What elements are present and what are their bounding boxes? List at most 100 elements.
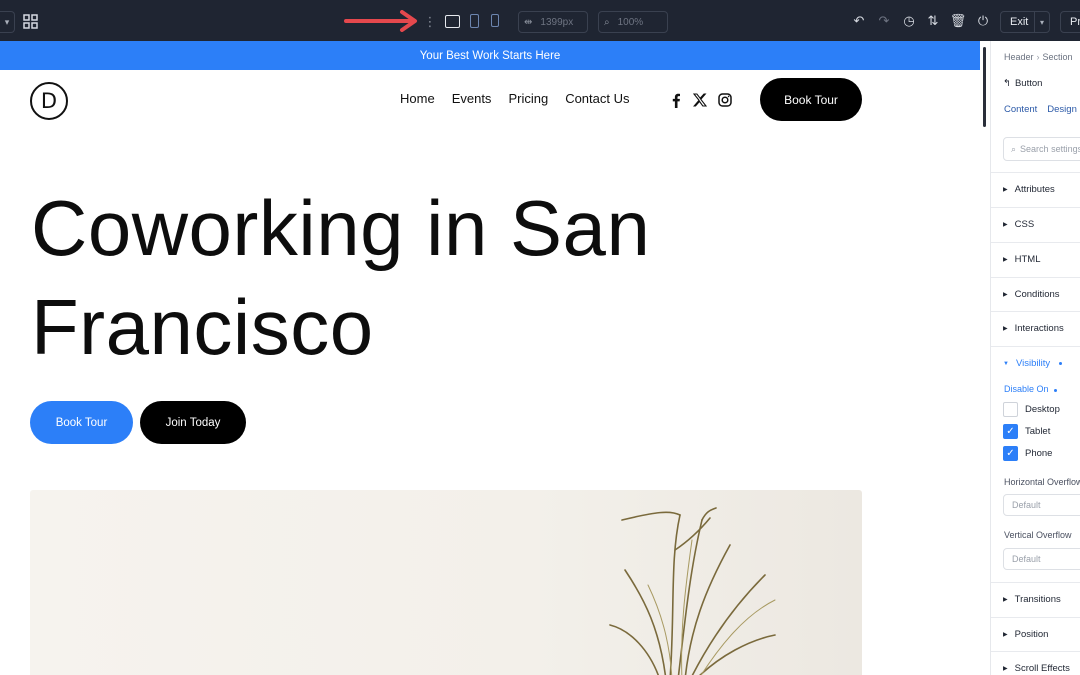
section-label: Position [1014,629,1049,640]
breadcrumb-section[interactable]: Section [1043,52,1073,62]
more-options-icon[interactable]: ⋮ [424,13,437,29]
tablet-checkbox[interactable]: ✓ [1003,424,1018,439]
hero-join-today-button[interactable]: Join Today [140,401,246,444]
tablet-view-icon[interactable] [470,14,479,28]
settings-search-input[interactable]: ⌕ Search settings [1003,137,1080,161]
zoom-field[interactable]: ⌕ 100% [598,11,668,33]
section-label: Scroll Effects [1014,663,1070,674]
undo-icon[interactable]: ↶ [851,13,867,29]
element-title: ↰ Button [1003,78,1042,89]
preview-label: Pr [1070,16,1080,28]
desktop-checkbox[interactable] [1003,402,1018,417]
element-name: Button [1014,78,1043,89]
hero-title-line-1: Coworking in San [31,184,651,272]
width-icon: ⇹ [524,16,533,28]
hero-join-today-label: Join Today [165,416,221,429]
section-html[interactable]: ▶ HTML [991,242,1080,276]
tablet-label: Tablet [1025,426,1051,437]
nav-item-events[interactable]: Events [452,91,492,106]
vertical-overflow-label: Vertical Overflow [1004,530,1072,540]
search-icon: ⌕ [1011,143,1017,154]
hero-title[interactable]: Coworking in San Francisco [31,179,791,377]
section-scroll-effects[interactable]: ▶ Scroll Effects [991,651,1080,675]
disable-on-label: Disable On [1004,384,1057,394]
triangle-right-icon: ▶ [1003,666,1008,672]
header-book-tour-label: Book Tour [784,92,838,107]
power-icon[interactable]: ⏻ [975,13,991,29]
triangle-down-icon: ▼ [1003,360,1009,367]
nav-item-home[interactable]: Home [400,91,435,106]
search-icon: ⌕ [604,16,610,28]
nav-item-pricing[interactable]: Pricing [508,91,548,106]
phone-view-icon[interactable] [491,14,499,27]
triangle-right-icon: ▶ [1003,597,1008,603]
exit-button[interactable]: Exit ▾ [1000,11,1050,33]
layers-dropdown-button[interactable]: ▾ [0,11,15,33]
hero-book-tour-label: Book Tour [55,416,108,429]
nav-item-contact-us[interactable]: Contact Us [565,91,629,106]
annotation-arrow [344,10,420,32]
canvas-width-field[interactable]: ⇹ 1399px [518,11,588,33]
logo-letter: D [40,89,58,113]
triangle-right-icon: ▶ [1003,632,1008,638]
history-icon[interactable]: ◷ [901,13,917,29]
section-transitions[interactable]: ▶ Transitions [991,582,1080,616]
zoom-value: 100% [617,16,644,28]
preview-button[interactable]: Pr [1060,11,1080,33]
vertical-overflow-select[interactable]: Default [1003,548,1080,570]
disable-desktop-option[interactable]: Desktop [1003,402,1060,417]
canvas-width-value: 1399px [540,16,574,28]
page-canvas: Your Best Work Starts Here D Home Events… [0,41,980,675]
section-visibility[interactable]: ▼ Visibility [991,346,1080,380]
promo-bar[interactable]: Your Best Work Starts Here [0,41,980,70]
section-position[interactable]: ▶ Position [991,617,1080,651]
hero-book-tour-button[interactable]: Book Tour [30,401,133,444]
horizontal-overflow-label: Horizontal Overflow [1004,477,1080,487]
triangle-right-icon: ▶ [1003,292,1008,298]
site-logo[interactable]: D [30,82,68,120]
disable-phone-option[interactable]: ✓ Phone [1003,446,1052,461]
phone-checkbox[interactable]: ✓ [1003,446,1018,461]
desktop-label: Desktop [1025,404,1060,415]
settings-search-placeholder: Search settings [1020,144,1080,154]
trash-icon[interactable]: 🗑︎ [950,13,967,29]
tab-design[interactable]: Design [1047,104,1077,115]
section-attributes[interactable]: ▶ Attributes [991,172,1080,206]
disable-tablet-option[interactable]: ✓ Tablet [1003,424,1050,439]
vertical-overflow-value: Default [1012,554,1041,564]
triangle-right-icon: ▶ [1003,222,1008,228]
phone-label: Phone [1025,448,1053,459]
section-label: CSS [1014,219,1035,230]
chevron-right-icon: › [1036,52,1040,62]
triangle-right-icon: ▶ [1003,187,1008,193]
main-nav: Home Events Pricing Contact Us [400,91,630,106]
redo-icon[interactable]: ↷ [876,13,892,29]
horizontal-overflow-select[interactable]: Default [1003,494,1080,516]
promo-text: Your Best Work Starts Here [419,49,561,62]
tab-content[interactable]: Content [1004,104,1037,115]
triangle-right-icon: ▶ [1003,257,1008,263]
instagram-icon[interactable] [717,92,733,108]
grid-icon[interactable] [22,13,38,29]
chevron-down-icon[interactable]: ▾ [1034,12,1049,32]
section-label: Conditions [1014,289,1060,300]
facebook-icon[interactable] [668,92,684,108]
plant-illustration [609,507,776,675]
hero-image[interactable] [30,490,862,675]
x-twitter-icon[interactable] [692,92,708,108]
breadcrumb-header[interactable]: Header [1004,52,1034,62]
section-conditions[interactable]: ▶ Conditions [991,277,1080,311]
section-label: HTML [1014,254,1041,265]
header-book-tour-button[interactable]: Book Tour [760,78,862,121]
section-label: Visibility [1015,358,1051,369]
panel-tabs: Content Design [1004,104,1080,115]
desktop-view-icon[interactable] [445,15,460,28]
section-interactions[interactable]: ▶ Interactions [991,311,1080,345]
back-arrow-icon[interactable]: ↰ [1003,78,1011,89]
sort-icon[interactable]: ⇅ [925,13,941,29]
settings-panel: Header › Section ↰ Button Content Design ⌕ S… [990,41,1080,675]
canvas-scrollbar[interactable] [983,47,986,127]
horizontal-overflow-value: Default [1012,500,1041,510]
exit-label: Exit [1010,16,1029,28]
section-css[interactable]: ▶ CSS [991,207,1080,241]
